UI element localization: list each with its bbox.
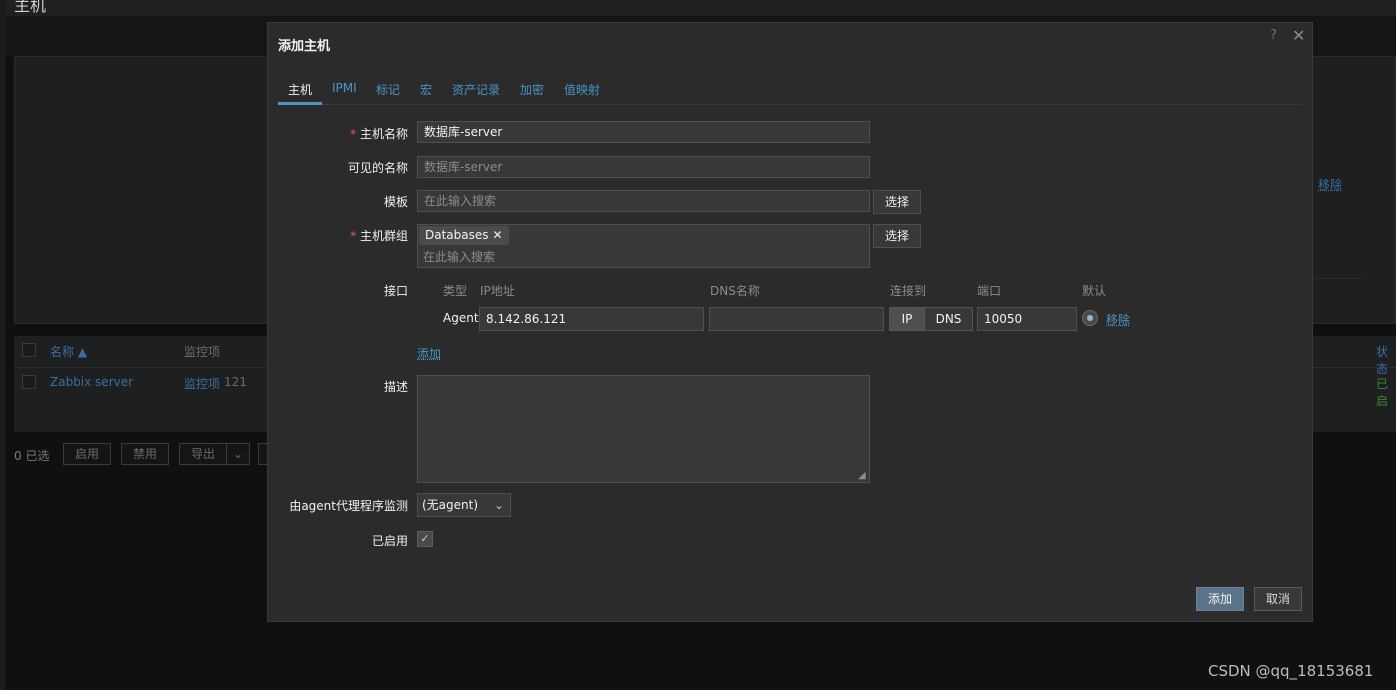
connect-ip-toggle[interactable]: IP [889, 307, 925, 331]
tab-host[interactable]: 主机 [288, 81, 312, 98]
row-checkbox[interactable] [22, 375, 36, 389]
interface-ip-input[interactable]: 8.142.86.121 [479, 307, 704, 331]
tab-macros[interactable]: 宏 [420, 81, 432, 98]
interface-dns-input[interactable] [709, 307, 884, 331]
host-groups-label-text: 主机群组 [359, 229, 408, 243]
visible-name-label: 可见的名称 [347, 161, 408, 175]
interface-type: Agent [443, 311, 479, 325]
selected-count: 0 已选 [14, 449, 50, 463]
host-name-label-text: 主机名称 [359, 127, 408, 141]
host-name-input[interactable]: 数据库-server [417, 121, 870, 143]
interface-dns-header: DNS名称 [710, 284, 760, 298]
interface-port-header: 端口 [977, 284, 1002, 298]
tabs-divider [278, 104, 1302, 105]
host-status[interactable]: 已启 [1376, 375, 1396, 409]
interface-ip-header: IP地址 [480, 284, 515, 298]
interfaces-label: 接口 [383, 284, 408, 298]
close-icon[interactable]: ✕ [1292, 26, 1305, 45]
connect-dns-toggle[interactable]: DNS [924, 307, 973, 331]
tab-encryption[interactable]: 加密 [520, 81, 544, 98]
help-icon[interactable]: ? [1270, 28, 1277, 43]
export-dropdown-icon[interactable]: ⌄ [226, 443, 250, 465]
cancel-button[interactable]: 取消 [1254, 587, 1302, 611]
background-left-edge [0, 0, 6, 690]
page-title: 主机 [14, 0, 47, 15]
export-button[interactable]: 导出 [179, 443, 227, 465]
add-interface-link[interactable]: 添加 [417, 345, 441, 362]
interface-default-header: 默认 [1082, 284, 1107, 298]
active-tab-indicator [278, 102, 322, 105]
templates-select-button[interactable]: 选择 [873, 190, 921, 214]
column-items: 监控项 [184, 345, 221, 359]
enabled-label: 已启用 [371, 534, 408, 548]
enabled-checkbox[interactable]: ✓ [417, 531, 433, 547]
dialog-title: 添加主机 [278, 39, 331, 54]
tab-value-mapping[interactable]: 值映射 [564, 81, 600, 98]
remove-interface-link[interactable]: 移除 [1106, 311, 1130, 328]
column-name[interactable]: 名称 ▲ [50, 343, 87, 360]
disable-button[interactable]: 禁用 [121, 443, 169, 465]
chevron-down-icon: ⌄ [493, 498, 504, 512]
interface-type-header: 类型 [443, 284, 468, 298]
group-tag-label: Databases [425, 228, 489, 242]
host-groups-label: * 主机群组 [350, 229, 408, 243]
description-label: 描述 [383, 380, 408, 394]
interface-port-input[interactable]: 10050 [977, 307, 1077, 331]
interface-connect-header: 连接到 [890, 284, 927, 298]
visible-name-input[interactable]: 数据库-server [417, 156, 870, 178]
host-groups-select-button[interactable]: 选择 [873, 224, 921, 248]
templates-search-input[interactable]: 在此输入搜索 [417, 190, 870, 212]
background-header [0, 0, 1396, 16]
remove-tag-icon[interactable]: ✕ [493, 228, 503, 242]
host-groups-placeholder: 在此输入搜索 [423, 250, 496, 264]
proxy-select[interactable]: (无agent) ⌄ [417, 493, 511, 517]
radio-selected-dot [1087, 315, 1093, 321]
enable-button[interactable]: 启用 [63, 443, 111, 465]
watermark: CSDN @qq_18153681 [1208, 662, 1374, 680]
proxy-select-value: (无agent) [422, 498, 479, 512]
column-status[interactable]: 状态 [1376, 343, 1396, 377]
host-name-label: * 主机名称 [350, 127, 408, 141]
resize-handle-icon[interactable]: ◢ [858, 470, 866, 481]
description-textarea[interactable] [417, 375, 870, 483]
add-button[interactable]: 添加 [1196, 587, 1244, 611]
background-remove-link[interactable]: 移除 [1318, 176, 1342, 193]
group-tag-databases: Databases ✕ [419, 226, 509, 245]
templates-label: 模板 [383, 195, 408, 209]
proxy-label: 由agent代理程序监测 [289, 499, 408, 513]
tab-ipmi[interactable]: IPMI [332, 81, 357, 95]
host-name-link[interactable]: Zabbix server [50, 375, 133, 389]
select-all-checkbox[interactable] [22, 343, 36, 357]
tab-tags[interactable]: 标记 [376, 81, 400, 98]
tab-inventory[interactable]: 资产记录 [452, 81, 500, 98]
background-divider [1310, 278, 1364, 279]
